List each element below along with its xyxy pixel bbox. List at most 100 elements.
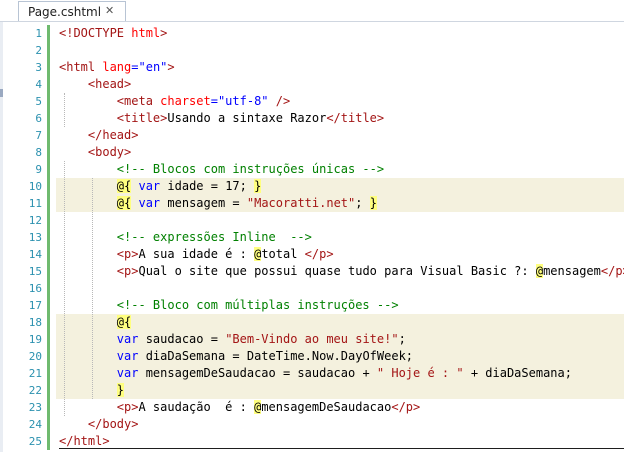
razor-block-highlight (56, 382, 624, 399)
code-line[interactable]: 10 @{ var idade = 17; } (0, 178, 624, 195)
code-line[interactable]: 8 <body> (0, 144, 624, 161)
close-icon[interactable]: ✕ (105, 4, 114, 17)
code-token: } (369, 196, 377, 210)
code-text: </head> (59, 128, 139, 142)
code-line[interactable]: 19 var saudacao = "Bem-Vindo ao meu site… (0, 331, 624, 348)
line-number: 9 (35, 163, 42, 176)
code-token: <p> (116, 247, 139, 261)
code-token: <!-- Bloco com múltiplas instruções --> (116, 298, 399, 312)
code-token: A sua idade é : (138, 247, 255, 261)
change-indicator (47, 25, 50, 42)
code-token: </html> (59, 434, 110, 448)
code-token: var (116, 332, 139, 346)
code-token: A saudação é : (138, 400, 255, 414)
code-line[interactable]: 7 </head> (0, 127, 624, 144)
change-indicator (47, 263, 50, 280)
code-text: <p>A sua idade é : @total </p> (59, 247, 334, 261)
code-text: @{ (59, 315, 132, 329)
code-text: <p>A saudação é : @mensagemDeSaudacao</p… (59, 400, 420, 414)
code-token: </p> (600, 264, 624, 278)
code-token: <meta (116, 94, 161, 108)
change-indicator (47, 416, 50, 433)
code-line[interactable]: 16 (0, 280, 624, 297)
code-line[interactable]: 5 <meta charset="utf-8" /> (0, 93, 624, 110)
code-token: Qual o site que possui quase tudo para V… (138, 264, 536, 278)
code-line[interactable]: 18 @{ (0, 314, 624, 331)
line-number: 4 (35, 78, 42, 91)
code-token: <p> (116, 400, 139, 414)
code-token: @{ (116, 179, 132, 193)
change-indicator (47, 161, 50, 178)
change-indicator (47, 178, 50, 195)
code-token: "Bem-Vindo ao meu site!" (225, 332, 399, 346)
code-line[interactable]: 21 var mensagemDeSaudacao = saudacao + "… (0, 365, 624, 382)
code-token: ; (398, 332, 406, 346)
code-token: <!-- expressões Inline --> (116, 230, 312, 244)
code-token: <head> (87, 77, 132, 91)
line-number: 20 (28, 350, 42, 363)
line-number: 21 (28, 367, 42, 380)
tab-page-cshtml[interactable]: Page.cshtml ✕ (18, 1, 126, 21)
line-number: 8 (35, 146, 42, 159)
code-text: <!DOCTYPE html> (59, 26, 167, 40)
code-editor[interactable]: 1 <!DOCTYPE html> 2 3 <html lang="en"> 4 <hea… (0, 22, 624, 452)
change-indicator (47, 433, 50, 450)
code-text: @{ var mensagem = "Macoratti.net"; } (59, 196, 377, 210)
code-token: saudacao = (138, 332, 226, 346)
code-token: ; (355, 196, 370, 210)
code-line[interactable]: 17 <!-- Bloco com múltiplas instruções -… (0, 297, 624, 314)
code-line[interactable]: 15 <p>Qual o site que possui quase tudo … (0, 263, 624, 280)
change-indicator (47, 280, 50, 297)
line-number: 23 (28, 401, 42, 414)
code-line[interactable]: 12 (0, 212, 624, 229)
line-number: 25 (28, 435, 42, 448)
code-line[interactable]: 20 var diaDaSemana = DateTime.Now.DayOfW… (0, 348, 624, 365)
code-text: var diaDaSemana = DateTime.Now.DayOfWeek… (59, 349, 413, 363)
code-line[interactable]: 24 </body> (0, 416, 624, 433)
code-token: lang (102, 60, 132, 74)
change-indicator (47, 365, 50, 382)
code-line[interactable]: 14 <p>A sua idade é : @total </p> (0, 246, 624, 263)
line-number: 18 (28, 316, 42, 329)
code-line[interactable]: 11 @{ var mensagem = "Macoratti.net"; } (0, 195, 624, 212)
code-token: > (167, 60, 175, 74)
code-line[interactable]: 9 <!-- Blocos com instruções únicas --> (0, 161, 624, 178)
code-text: <body> (59, 145, 131, 159)
line-number: 24 (28, 418, 42, 431)
code-token: } (116, 383, 125, 397)
code-token: idade = 17; (160, 179, 255, 193)
change-indicator (47, 399, 50, 416)
code-text: var mensagemDeSaudacao = saudacao + " Ho… (59, 366, 572, 380)
code-line[interactable]: 23 <p>A saudação é : @mensagemDeSaudacao… (0, 399, 624, 416)
code-token: mensagem = (160, 196, 247, 210)
code-text: <html lang="en"> (59, 60, 175, 74)
line-number: 1 (35, 27, 42, 40)
tab-bar: Page.cshtml ✕ (0, 0, 624, 22)
code-line[interactable]: 1 <!DOCTYPE html> (0, 25, 624, 42)
code-line[interactable]: 6 <title>Usando a sintaxe Razor</title> (0, 110, 624, 127)
code-line[interactable]: 2 (0, 42, 624, 59)
code-token: <title> (116, 111, 168, 125)
indent-guide (92, 178, 93, 399)
code-text: @{ var idade = 17; } (59, 179, 262, 193)
code-token: } (254, 179, 262, 193)
change-indicator (47, 229, 50, 246)
line-number: 6 (35, 112, 42, 125)
code-line[interactable]: 3 <html lang="en"> (0, 59, 624, 76)
code-line[interactable]: 13 <!-- expressões Inline --> (0, 229, 624, 246)
text-cursor-line (59, 448, 624, 449)
code-line[interactable]: 22 } (0, 382, 624, 399)
line-number: 7 (35, 129, 42, 142)
code-token: <body> (87, 145, 132, 159)
code-token: /> (268, 94, 291, 108)
change-indicator (47, 127, 50, 144)
code-line[interactable]: 4 <head> (0, 76, 624, 93)
